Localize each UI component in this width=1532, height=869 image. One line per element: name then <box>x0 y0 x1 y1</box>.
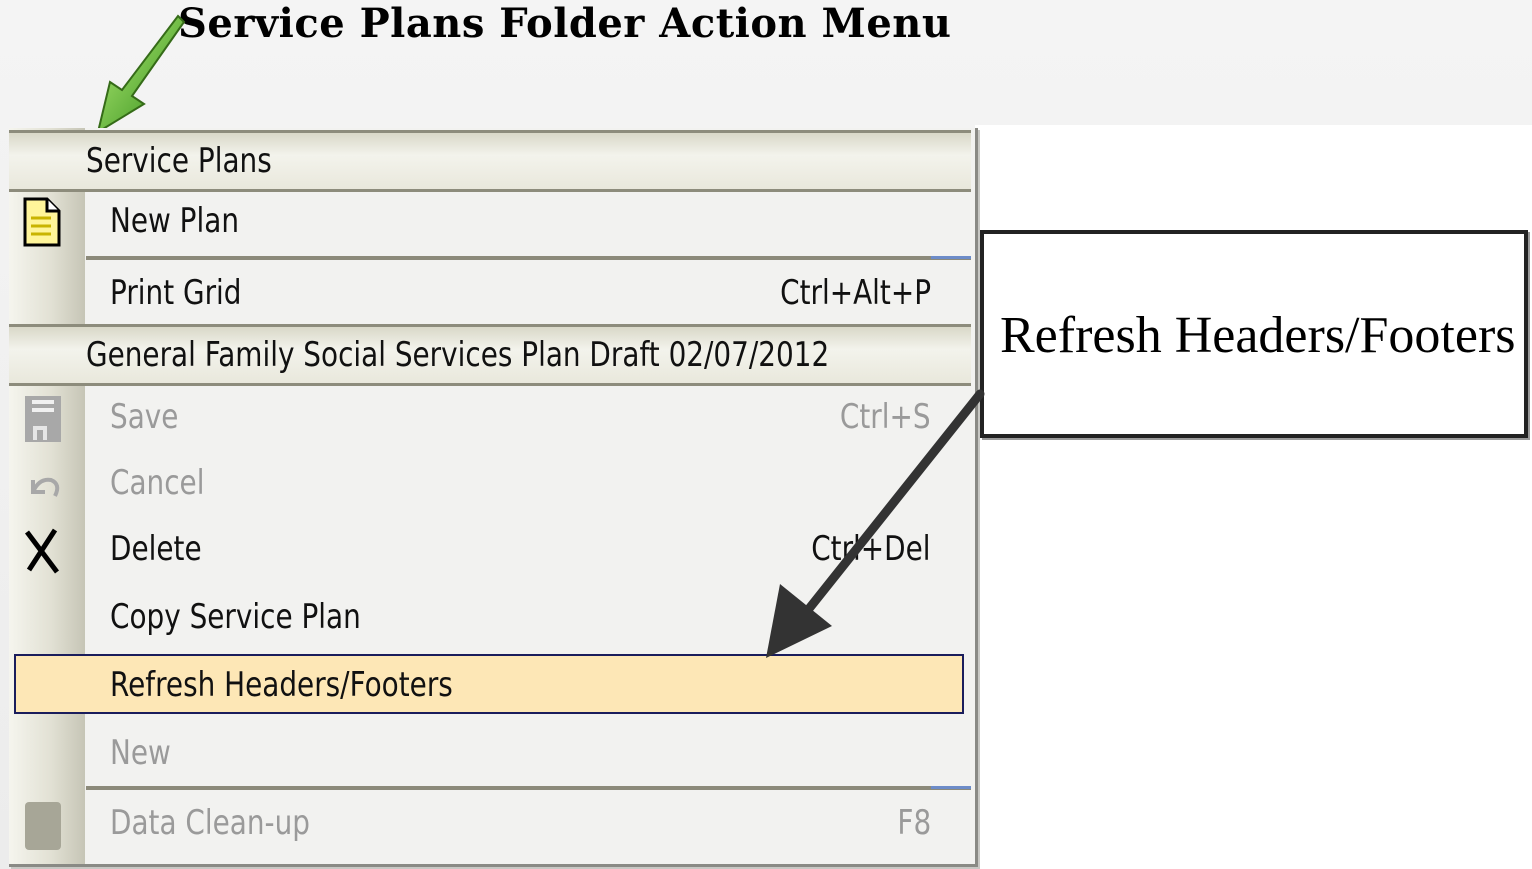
section-header-label: Service Plans <box>86 141 272 181</box>
menu-item-label: Copy Service Plan <box>110 597 361 637</box>
callout-text: Refresh Headers/Footers <box>1000 307 1516 364</box>
menu-item-data-clean-up[interactable]: Data Clean-up F8 <box>9 792 971 854</box>
menu-item-shortcut: Ctrl+Alt+P <box>780 273 931 313</box>
menu-item-label: Save <box>110 397 179 437</box>
menu-item-label: Delete <box>110 529 202 569</box>
green-arrow-icon <box>96 14 186 135</box>
menu-separator-accent <box>931 256 971 259</box>
save-icon <box>25 396 61 442</box>
menu-item-new-plan[interactable]: New Plan <box>9 190 971 252</box>
menu-item-label: Cancel <box>110 463 205 503</box>
menu-separator <box>86 786 971 790</box>
menu-item-label: Data Clean-up <box>110 803 310 843</box>
section-header-service-plans: Service Plans <box>9 130 971 192</box>
menu-item-print-grid[interactable]: Print Grid Ctrl+Alt+P <box>9 262 971 324</box>
menu-item-new[interactable]: New <box>9 722 971 784</box>
callout-arrow-icon <box>766 389 985 658</box>
callout-box: Refresh Headers/Footers <box>980 230 1528 438</box>
undo-icon <box>31 477 60 497</box>
menu-item-label: Print Grid <box>110 273 242 313</box>
menu-item-label: New <box>110 733 171 773</box>
menu-item-label: Refresh Headers/Footers <box>110 665 453 705</box>
menu-item-label: New Plan <box>110 201 239 241</box>
menu-item-shortcut: F8 <box>897 803 931 843</box>
section-header-label: General Family Social Services Plan Draf… <box>86 335 830 375</box>
page-title: Service Plans Folder Action Menu <box>178 0 952 47</box>
cleanup-icon <box>25 802 61 850</box>
menu-separator-accent <box>931 786 971 789</box>
section-header-plan-draft: General Family Social Services Plan Draf… <box>9 324 971 386</box>
delete-x-icon <box>25 528 59 574</box>
menu-separator <box>86 256 971 260</box>
document-icon <box>23 197 61 247</box>
